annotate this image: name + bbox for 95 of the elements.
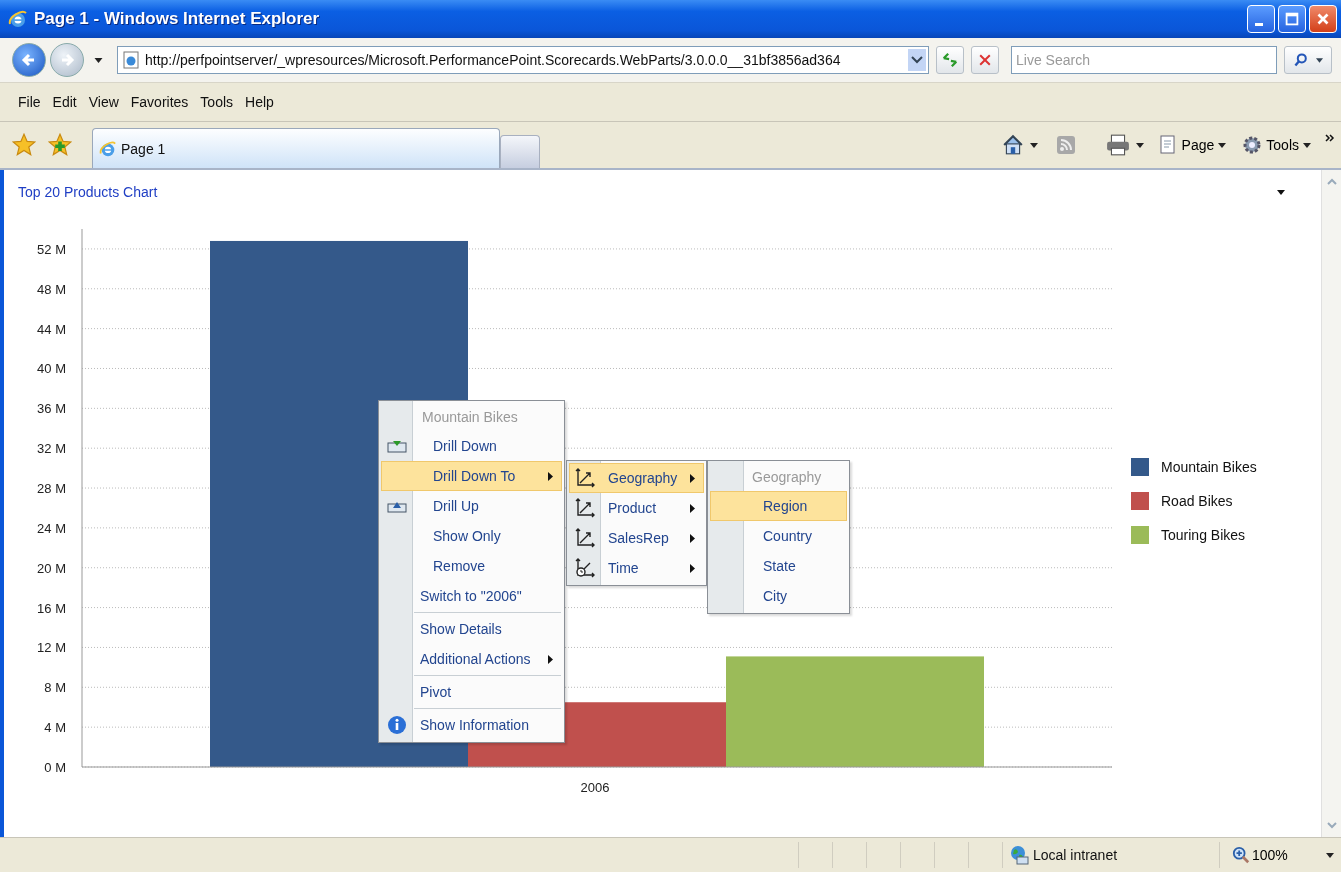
window-title: Page 1 - Windows Internet Explorer <box>34 9 320 29</box>
submenu-arrow-icon <box>548 471 553 481</box>
axis-label: 4 M <box>44 720 66 736</box>
axis-icon <box>575 498 595 518</box>
page-icon <box>123 51 139 69</box>
maximize-icon <box>1283 10 1301 28</box>
menu-item[interactable]: Additional Actions <box>381 644 562 674</box>
info-icon <box>387 715 407 735</box>
submenu-arrow-icon <box>690 473 695 483</box>
maximize-button[interactable] <box>1278 5 1306 33</box>
clock-axis-icon <box>575 558 595 578</box>
submenu-arrow-icon <box>548 654 553 664</box>
axis-label: 8 M <box>44 680 66 696</box>
axis-label: 32 M <box>37 441 66 457</box>
submenu-arrow-icon <box>690 533 695 543</box>
drill-down-icon <box>387 439 407 453</box>
menu-header: Geography <box>751 468 823 487</box>
menu-item[interactable]: Remove <box>381 551 562 581</box>
caret-icon[interactable] <box>1135 142 1144 148</box>
search-field[interactable]: Live Search <box>1011 46 1277 74</box>
zoom-icon <box>1232 846 1250 864</box>
add-favorite-icon[interactable] <box>48 133 72 157</box>
menu-item[interactable]: Geography <box>569 463 704 493</box>
menu-bar-item[interactable]: Favorites <box>126 94 197 110</box>
caret-icon[interactable] <box>1029 142 1038 148</box>
home-icon[interactable] <box>1001 134 1024 156</box>
browser-tab[interactable]: Page 1 <box>92 128 500 168</box>
refresh-icon <box>941 51 959 69</box>
axis-label: 36 M <box>37 401 66 417</box>
minimize-button[interactable] <box>1247 5 1275 33</box>
search-icon <box>1292 52 1309 68</box>
axis-label: 20 M <box>37 560 66 576</box>
dropdown-icon[interactable] <box>1277 189 1285 195</box>
axis-label: 48 M <box>37 281 66 297</box>
submenu-arrow-icon <box>690 563 695 573</box>
address-field[interactable]: http://perfpointserver/_wpresources/Microsoft.PerformancePoint.Scorecards.WebParts/3.0.0.0__31bf3856ad364 <box>117 46 929 74</box>
print-icon[interactable] <box>1105 134 1130 156</box>
axis-label: 52 M <box>37 241 66 257</box>
dropdown-icon[interactable] <box>908 49 926 71</box>
menu-item[interactable]: Product <box>569 493 704 523</box>
axis-label: 16 M <box>37 600 66 616</box>
menu-item[interactable]: City <box>710 581 847 611</box>
globe-icon <box>1009 845 1029 865</box>
gear-icon <box>1242 135 1263 155</box>
refresh-button[interactable] <box>936 46 964 74</box>
caret-icon <box>1303 142 1311 148</box>
security-zone-text: Local intranet <box>1033 847 1118 863</box>
report-title[interactable]: Top 20 Products Chart <box>18 184 158 200</box>
menu-item[interactable]: State <box>710 551 847 581</box>
browser-logo-icon <box>8 9 28 29</box>
zoom-button[interactable]: 100% <box>1219 842 1294 868</box>
menu-item[interactable]: Time <box>569 553 704 583</box>
search-button[interactable] <box>1284 46 1332 74</box>
menu-item[interactable]: Show Only <box>381 521 562 551</box>
command-button[interactable]: Page <box>1155 135 1229 155</box>
menu-item[interactable]: Region <box>710 491 847 521</box>
caret-icon <box>1316 57 1324 63</box>
axis-label: 24 M <box>37 520 66 536</box>
menu-item[interactable]: Drill Down <box>381 431 562 461</box>
menu-item[interactable]: Drill Down To <box>381 461 562 491</box>
menu-bar-item[interactable]: File <box>14 94 49 110</box>
caret-icon <box>1218 142 1227 148</box>
close-icon <box>977 52 993 68</box>
caret-icon[interactable] <box>94 57 103 63</box>
caret-icon[interactable] <box>1325 852 1334 858</box>
axis-icon <box>575 468 595 488</box>
stop-button[interactable] <box>971 46 999 74</box>
command-button[interactable]: Tools <box>1240 135 1313 155</box>
axis-label: 0 M <box>44 760 66 775</box>
star-icon[interactable] <box>12 133 36 157</box>
close-button[interactable] <box>1309 5 1337 33</box>
submenu-arrow-icon <box>690 503 695 513</box>
menu-bar-item[interactable]: Help <box>241 94 282 110</box>
menu-item[interactable]: Drill Up <box>381 491 562 521</box>
menu-bar-item[interactable]: Edit <box>48 94 85 110</box>
menu-item[interactable]: Country <box>710 521 847 551</box>
legend-label: Mountain Bikes <box>1161 459 1257 475</box>
axis-label: 40 M <box>37 361 66 377</box>
axis-label: 12 M <box>37 640 66 656</box>
legend-label: Road Bikes <box>1161 493 1233 509</box>
back-button[interactable] <box>12 43 46 77</box>
menu-header: Mountain Bikes <box>421 408 519 427</box>
menu-item[interactable]: SalesRep <box>569 523 704 553</box>
menu-bar-item[interactable]: View <box>84 94 127 110</box>
axis-label: 44 M <box>37 321 66 337</box>
menu-bar-item[interactable]: Tools <box>196 94 242 110</box>
axis-icon <box>575 528 595 548</box>
axis-label: 28 M <box>37 481 66 497</box>
legend-label: Touring Bikes <box>1161 527 1246 543</box>
minimize-icon <box>1255 22 1263 26</box>
chevron-icon[interactable] <box>1325 134 1335 142</box>
axis-label: 2006 <box>580 780 610 795</box>
page-icon <box>1157 135 1178 155</box>
menu-item[interactable]: Switch to "2006" <box>381 581 562 611</box>
browser-logo-icon <box>99 139 117 158</box>
